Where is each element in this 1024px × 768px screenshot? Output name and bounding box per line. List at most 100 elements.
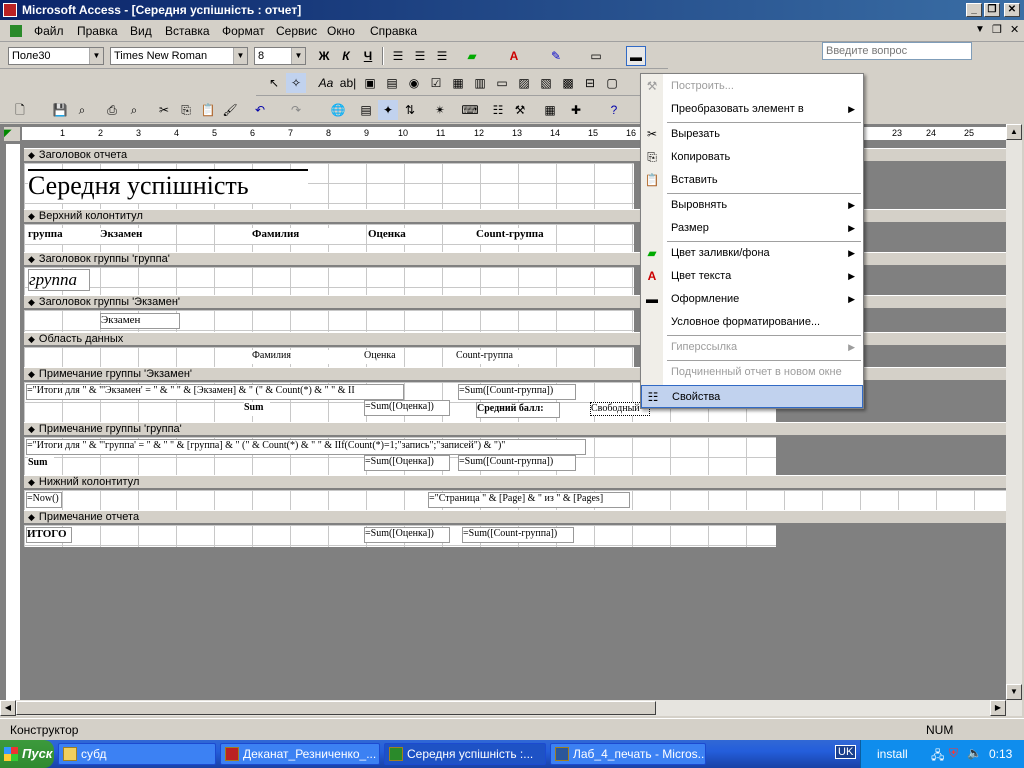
ph-grade-label[interactable]: Оценка [368,228,416,244]
file-search-icon[interactable]: ⌕ [72,100,92,120]
vertical-scrollbar[interactable]: ▲ ▼ [1006,124,1022,716]
gf-exam-sum-grade[interactable]: =Sum([Оценка]) [364,400,450,416]
object-combo[interactable]: Поле30 ▼ [8,47,104,65]
align-left-icon[interactable]: ☰ [388,46,408,66]
page-header-body[interactable]: группа Экзамен Фамилия Оценка Count-груп… [24,224,634,252]
menu-item-subreport[interactable]: Подчиненный отчет в новом окне [641,361,863,384]
image-tool-icon[interactable]: ▨ [514,73,534,93]
gf-group-expr[interactable]: ="Итоги для " & "'группа' = " & " " & [г… [26,439,586,455]
format-painter-icon[interactable]: 🖌 [220,100,240,120]
language-indicator[interactable]: UK [835,745,857,759]
menu-item-font-color[interactable]: A Цвет текста ▶ [641,265,863,288]
control-wizards-icon[interactable]: ✧ [286,73,306,93]
gf-exam-sum-count[interactable]: =Sum([Count-группа]) [458,384,576,400]
section-group-footer-group[interactable]: ◆ Примечание группы 'группа' [24,422,1006,436]
select-objects-icon[interactable]: ↖ [264,73,284,93]
unbound-object-icon[interactable]: ▧ [536,73,556,93]
font-combo[interactable]: Times New Roman ▼ [110,47,248,65]
d-count-field[interactable]: Count-группа [456,350,546,364]
menu-item-align[interactable]: Выровнять ▶ [641,194,863,217]
option-group-icon[interactable]: ▣ [360,73,380,93]
underline-button[interactable]: Ч [358,46,378,66]
report-header-body[interactable]: Середня успішність [24,163,634,209]
scroll-thumb[interactable] [16,701,656,715]
autoformat-icon[interactable]: ✴ [430,100,450,120]
rf-sum-count[interactable]: =Sum([Count-группа]) [462,527,574,543]
menu-item-build[interactable]: ⚒ Построить... [641,75,863,98]
menu-format[interactable]: Формат [222,24,265,38]
view-icon[interactable]: 🗋 [10,100,30,120]
network-icon[interactable]: 🖧 [931,746,944,767]
task-dekanat[interactable]: Деканат_Резниченко_... [220,743,380,765]
task-word[interactable]: Лаб_4_печать - Micros... [550,743,706,765]
ph-exam-label[interactable]: Экзамен [100,228,160,244]
hyperlink-icon[interactable]: 🌐 [328,100,348,120]
minimize-button[interactable]: _ [966,3,982,17]
menu-view[interactable]: Вид [130,24,152,38]
code-icon[interactable]: ⌨ [460,100,480,120]
close-button[interactable]: ✕ [1004,3,1020,17]
menu-tools[interactable]: Сервис [276,24,317,38]
list-box-tool-icon[interactable]: ▥ [470,73,490,93]
new-object-icon[interactable]: ✚ [566,100,586,120]
d-surname-field[interactable]: Фамилия [252,350,332,364]
report-title[interactable]: Середня успішність [28,169,308,203]
undo-icon[interactable]: ↶ [250,100,270,120]
redo-icon[interactable]: ↷ [286,100,306,120]
horizontal-scrollbar[interactable]: ◀ ▶ [0,700,1006,716]
print-icon[interactable]: ⎙ [102,100,122,120]
doc-close-button[interactable]: ✕ [1010,23,1019,36]
gf-exam-avg-label[interactable]: Средний балл: [476,402,560,418]
scroll-left-icon[interactable]: ◀ [0,700,16,716]
line-width-icon[interactable]: ▭ [586,46,606,66]
ask-question-input[interactable]: Введите вопрос [822,42,972,60]
label-tool-icon[interactable]: Aa [316,73,336,93]
menu-item-copy[interactable]: ⎘ Копировать [641,146,863,169]
menu-item-properties[interactable]: ☷ Свойства [641,385,863,408]
gh-exam-field[interactable]: Экзамен [100,313,180,329]
gf-exam-sum-label[interactable]: Sum [244,402,270,416]
gf-group-sum-count[interactable]: =Sum([Count-группа]) [458,455,576,471]
align-right-icon[interactable]: ☰ [432,46,452,66]
menu-item-convert[interactable]: Преобразовать элемент в ▶ [641,98,863,121]
save-icon[interactable]: 💾 [50,100,70,120]
gf-exam-expr[interactable]: ="Итоги для " & "'Экзамен' = " & " " & [… [26,384,404,400]
ph-surname-label[interactable]: Фамилия [252,228,332,244]
copy-icon[interactable]: ⎘ [176,100,196,120]
properties-icon[interactable]: ☷ [488,100,508,120]
task-report[interactable]: Середня успішність :... [384,743,546,765]
page-footer-body[interactable]: =Now() ="Страница " & [Page] & " из " & … [24,490,1006,510]
doc-restore-button[interactable]: ❐ [992,23,1002,36]
start-button[interactable]: Пуск [0,740,54,768]
section-report-footer[interactable]: ◆ Примечание отчета [24,510,1006,524]
menu-edit[interactable]: Правка [77,24,118,38]
bound-object-icon[interactable]: ▩ [558,73,578,93]
field-list-icon[interactable]: ▤ [356,100,376,120]
font-color-icon[interactable]: A [504,46,524,66]
menu-item-conditional-formatting[interactable]: Условное форматирование... [641,311,863,334]
fill-color-icon[interactable]: ▰ [462,46,482,66]
group-header-group-body[interactable]: группа [24,267,634,295]
menu-item-fill-color[interactable]: ▰ Цвет заливки/фона ▶ [641,242,863,265]
report-selector[interactable]: ◤ [4,127,20,141]
menu-item-cut[interactable]: ✂ Вырезать [641,123,863,146]
option-button-icon[interactable]: ◉ [404,73,424,93]
d-grade-field[interactable]: Оценка [364,350,404,364]
task-subd[interactable]: субд [58,743,216,765]
rf-total-label[interactable]: ИТОГО [26,527,72,543]
font-size-combo[interactable]: 8 ▼ [254,47,306,65]
bold-button[interactable]: Ж [314,46,334,66]
detail-body[interactable]: Фамилия Оценка Count-группа [24,347,634,367]
pf-page-field[interactable]: ="Страница " & [Page] & " из " & [Pages] [428,492,630,508]
ph-group-label[interactable]: группа [28,228,78,244]
line-color-icon[interactable]: ✎ [546,46,566,66]
group-header-exam-body[interactable]: Экзамен [24,310,634,332]
gf-group-sum-label[interactable]: Sum [28,457,54,471]
cut-icon[interactable]: ✂ [154,100,174,120]
menu-insert[interactable]: Вставка [165,24,210,38]
gf-group-sum-grade[interactable]: =Sum([Оценка]) [364,455,450,471]
scroll-up-icon[interactable]: ▲ [1006,124,1022,140]
command-button-icon[interactable]: ▭ [492,73,512,93]
textbox-tool-icon[interactable]: ab| [338,73,358,93]
combo-box-tool-icon[interactable]: ▦ [448,73,468,93]
